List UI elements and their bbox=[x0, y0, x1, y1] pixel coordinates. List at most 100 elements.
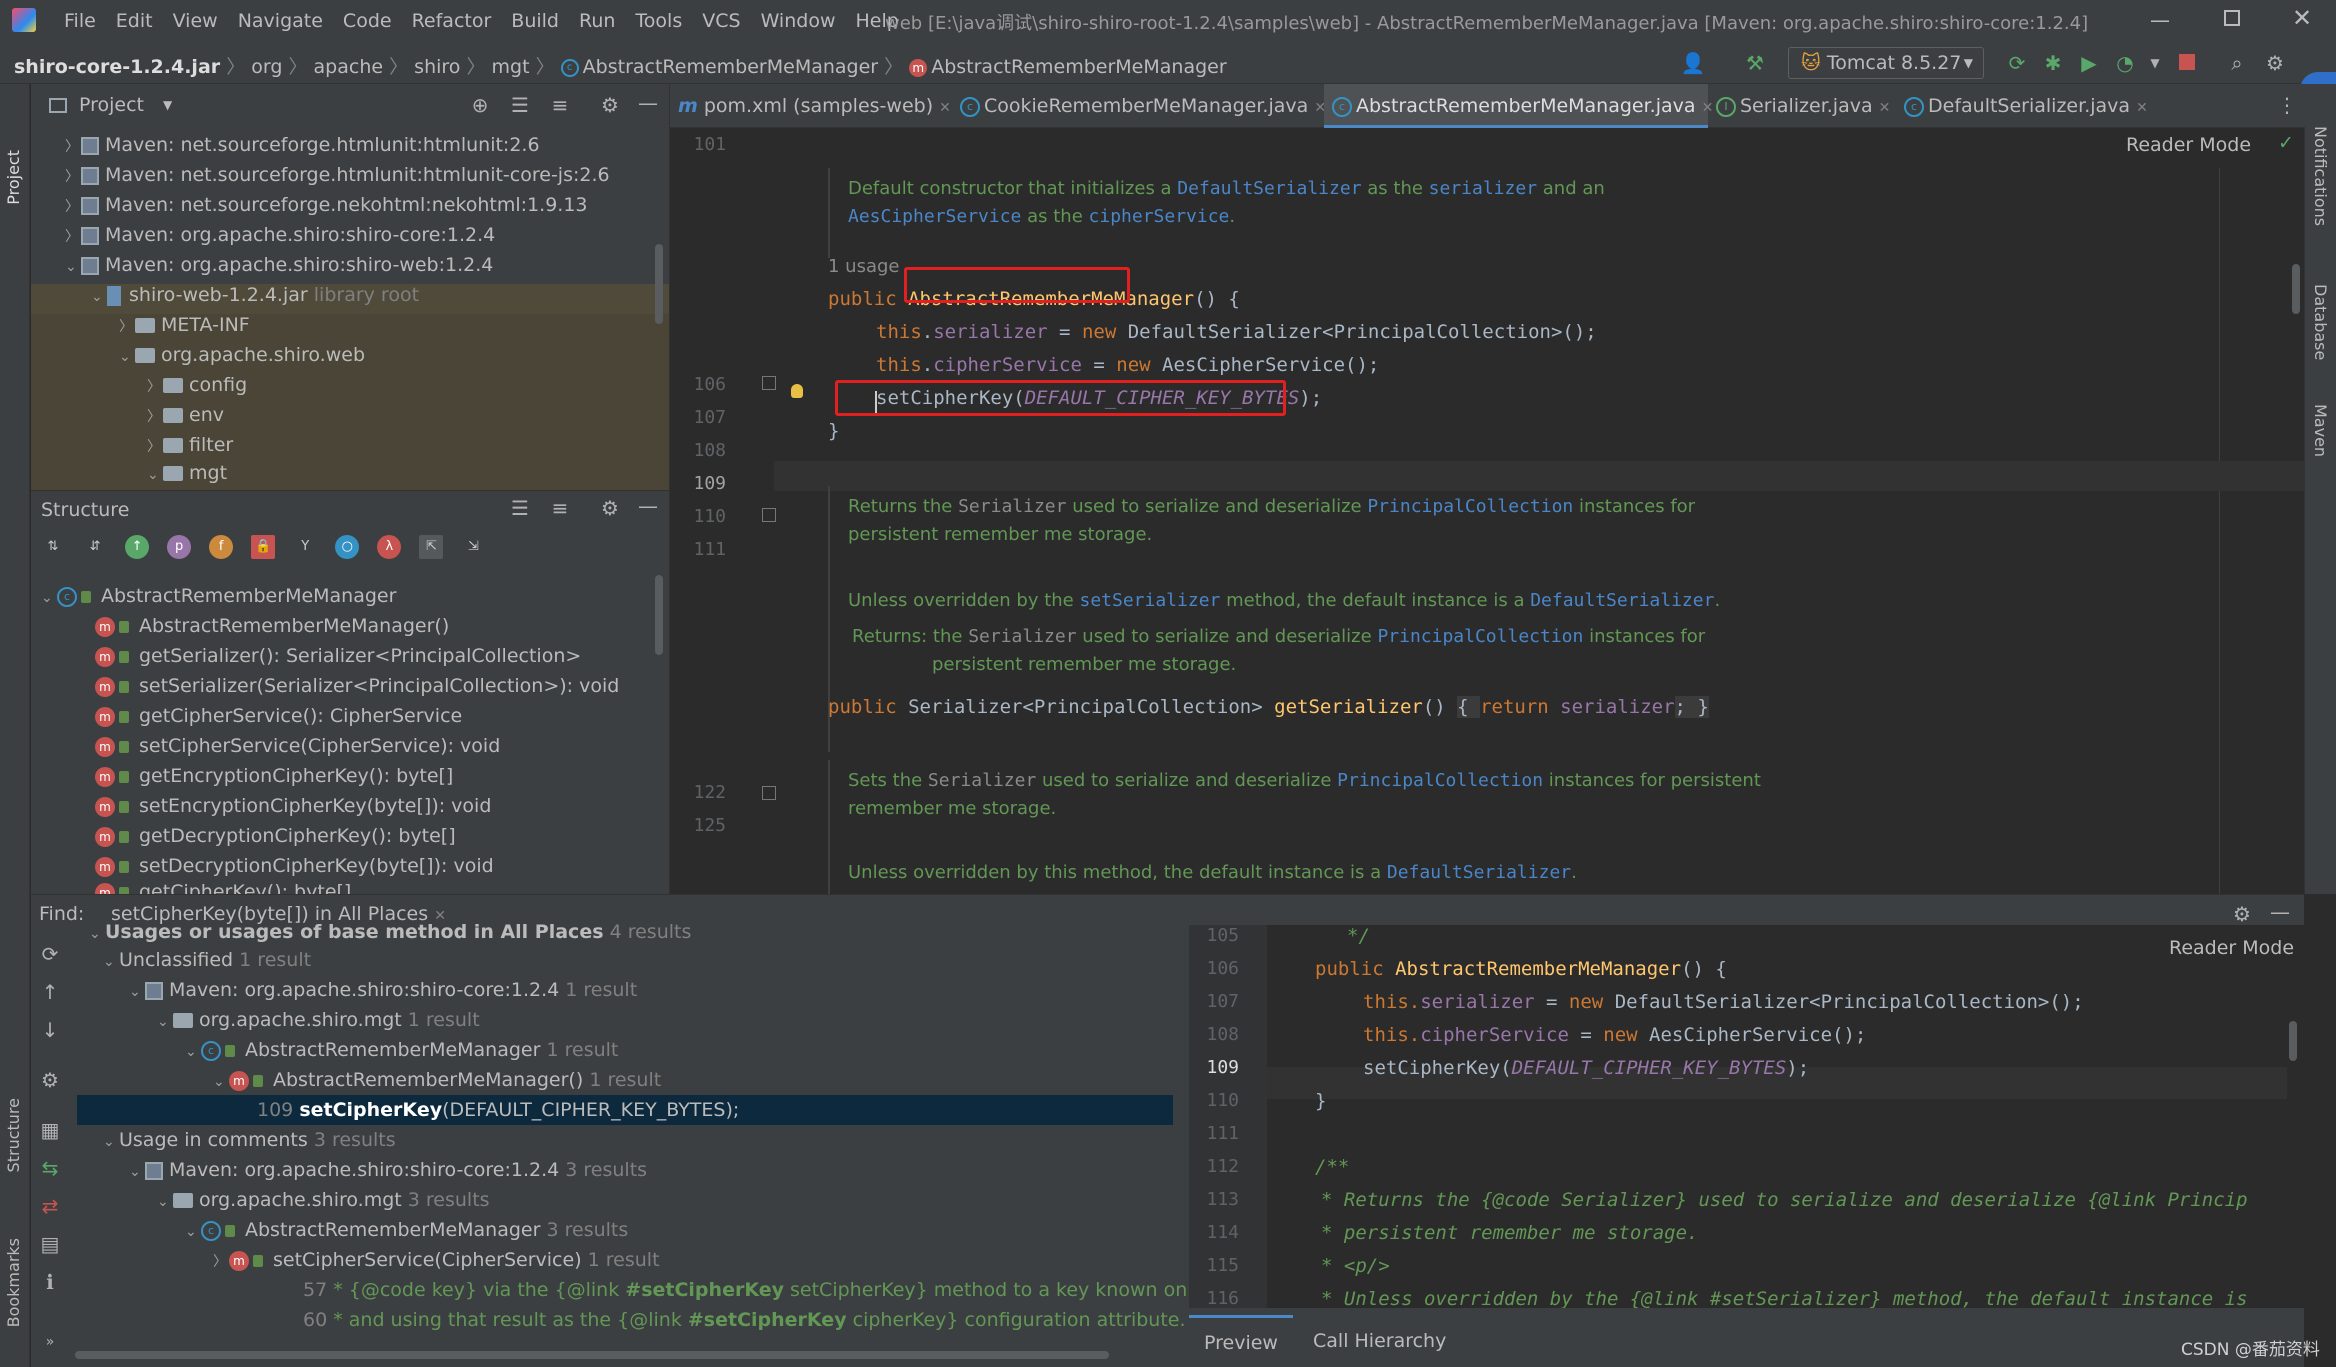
tab-call-hierarchy[interactable]: Call Hierarchy bbox=[1313, 1315, 1446, 1367]
editor-scrollbar[interactable] bbox=[2292, 264, 2300, 314]
tab-pom-xml[interactable]: m pom.xml (samples-web) ✕ bbox=[670, 84, 952, 128]
breadcrumb-shiro[interactable]: shiro bbox=[414, 56, 460, 78]
rerun-search-icon[interactable]: ⟳ bbox=[37, 941, 63, 967]
close-tab-icon[interactable]: ✕ bbox=[939, 100, 951, 116]
rerun-icon[interactable]: ⟳ bbox=[2004, 50, 2030, 76]
menu-run[interactable]: Run bbox=[579, 10, 615, 32]
breadcrumb-org[interactable]: org bbox=[251, 56, 282, 78]
menu-vcs[interactable]: VCS bbox=[702, 10, 740, 32]
preview-scrollbar[interactable] bbox=[2289, 1021, 2297, 1061]
structure-member[interactable]: m setCipherService(CipherService): void bbox=[95, 731, 500, 761]
project-tool-button[interactable]: Project bbox=[4, 150, 23, 205]
menu-navigate[interactable]: Navigate bbox=[238, 10, 323, 32]
locate-target-icon[interactable]: ⊕ bbox=[467, 92, 493, 118]
expand-all-icon[interactable]: ☰ bbox=[507, 495, 533, 521]
notifications-tool-button[interactable]: Notifications bbox=[2311, 126, 2330, 226]
sort-by-visibility-icon[interactable]: ⇅ bbox=[41, 535, 65, 559]
breadcrumb-jar[interactable]: shiro-core-1.2.4.jar bbox=[14, 56, 220, 78]
more-tabs-icon[interactable]: ⋮ bbox=[2274, 92, 2300, 118]
show-properties-icon[interactable]: p bbox=[167, 535, 192, 559]
database-tool-button[interactable]: Database bbox=[2311, 284, 2330, 360]
tree-item[interactable]: 〉 Maven: net.sourceforge.htmlunit:htmluni… bbox=[65, 130, 540, 160]
info-icon[interactable]: ℹ bbox=[37, 1269, 63, 1295]
menu-tools[interactable]: Tools bbox=[635, 10, 682, 32]
debug-bug-icon[interactable]: ✱ bbox=[2040, 50, 2066, 76]
tree-item[interactable]: 〉 Maven: org.apache.shiro:shiro-core:1.2.… bbox=[65, 220, 495, 250]
scrollbar[interactable] bbox=[655, 244, 663, 324]
result-class[interactable]: ⌄ c AbstractRememberMeManager 1 result bbox=[185, 1035, 618, 1065]
structure-member[interactable]: m setDecryptionCipherKey(byte[]): void bbox=[95, 851, 494, 881]
breadcrumb-class[interactable]: AbstractRememberMeManager bbox=[583, 56, 878, 78]
fold-marker-icon[interactable] bbox=[762, 786, 776, 800]
show-inherited-icon[interactable]: ↑ bbox=[125, 535, 150, 559]
lambda-icon[interactable]: λ bbox=[377, 535, 402, 559]
stop-icon[interactable] bbox=[2174, 50, 2200, 76]
breadcrumb-apache[interactable]: apache bbox=[314, 56, 384, 78]
tab-preview[interactable]: Preview bbox=[1189, 1315, 1293, 1367]
menu-window[interactable]: Window bbox=[761, 10, 836, 32]
preview-reader-mode-button[interactable]: Reader Mode bbox=[2169, 937, 2294, 959]
bookmarks-tool-button[interactable]: Bookmarks bbox=[4, 1238, 23, 1327]
search-icon[interactable]: ⌕ bbox=[2224, 50, 2250, 76]
coverage-icon[interactable]: ▶ bbox=[2076, 50, 2102, 76]
tree-item[interactable]: 〉 env bbox=[147, 400, 224, 430]
structure-member[interactable]: m getSerializer(): Serializer<PrincipalCo… bbox=[95, 641, 581, 671]
menu-edit[interactable]: Edit bbox=[116, 10, 153, 32]
menu-build[interactable]: Build bbox=[511, 10, 559, 32]
structure-member[interactable]: m setSerializer(Serializer<PrincipalColle… bbox=[95, 671, 619, 701]
structure-tool-button[interactable]: Structure bbox=[4, 1098, 23, 1172]
close-window-button[interactable]: ✕ bbox=[2292, 4, 2312, 32]
code-line-108[interactable]: this.cipherService = new AesCipherServic… bbox=[876, 354, 1379, 376]
tree-item[interactable]: ⌄ org.apache.shiro.web bbox=[119, 340, 365, 370]
scrollbar[interactable] bbox=[655, 575, 663, 655]
maven-tool-button[interactable]: Maven bbox=[2311, 404, 2330, 457]
expand-more-icon[interactable]: » bbox=[37, 1329, 63, 1355]
tab-cookie-remember-me-manager[interactable]: c CookieRememberMeManager.java ✕ bbox=[952, 84, 1326, 128]
result-method[interactable]: 〉 m setCipherService(CipherService) 1 resu… bbox=[213, 1245, 660, 1275]
hide-panel-icon[interactable]: — bbox=[635, 493, 661, 519]
collapse-all-icon[interactable]: ≡ bbox=[547, 495, 573, 521]
menu-view[interactable]: View bbox=[173, 10, 218, 32]
structure-member[interactable]: m getCipherKey(): byte[] bbox=[95, 879, 351, 895]
tree-item[interactable]: 〉 filter bbox=[147, 430, 233, 460]
structure-member[interactable]: m getCipherService(): CipherService bbox=[95, 701, 462, 731]
sort-alphabetically-icon[interactable]: ⇵ bbox=[83, 535, 107, 559]
show-anonymous-icon[interactable]: ○ bbox=[335, 535, 360, 559]
menu-refactor[interactable]: Refactor bbox=[412, 10, 492, 32]
tree-item[interactable]: 〉 config bbox=[147, 370, 247, 400]
hide-panel-icon[interactable]: — bbox=[2267, 899, 2293, 925]
maximize-button[interactable] bbox=[2224, 10, 2240, 26]
result-comment-usage[interactable]: 57 * {@code key} via the {@link #setCiph… bbox=[303, 1275, 1219, 1305]
next-occurrence-icon[interactable]: ↓ bbox=[37, 1017, 63, 1043]
project-panel-title[interactable]: Project bbox=[79, 94, 144, 116]
autoscroll-from-source-icon[interactable]: ⇲ bbox=[461, 535, 485, 559]
structure-member[interactable]: m getEncryptionCipherKey(): byte[] bbox=[95, 761, 453, 791]
menu-code[interactable]: Code bbox=[343, 10, 392, 32]
profile-icon[interactable]: ◔ bbox=[2112, 50, 2138, 76]
find-tab[interactable]: setCipherKey(byte[]) in All Places ✕ bbox=[111, 903, 446, 925]
result-package[interactable]: ⌄ org.apache.shiro.mgt 1 result bbox=[157, 1005, 480, 1035]
close-tab-icon[interactable]: ✕ bbox=[434, 908, 446, 924]
build-hammer-icon[interactable]: ⚒ bbox=[1742, 50, 1768, 76]
result-package[interactable]: ⌄ org.apache.shiro.mgt 3 results bbox=[157, 1185, 490, 1215]
show-lambdas-icon[interactable]: Y bbox=[293, 535, 317, 559]
chevron-down-icon[interactable]: ▼ bbox=[163, 98, 172, 112]
structure-member[interactable]: m AbstractRememberMeManager() bbox=[95, 611, 449, 641]
result-group[interactable]: ⌄ Usage in comments 3 results bbox=[103, 1125, 396, 1155]
close-tab-icon[interactable]: ✕ bbox=[1879, 100, 1891, 116]
expand-all-icon[interactable]: ☰ bbox=[507, 92, 533, 118]
collapse-all-icon[interactable]: ≡ bbox=[547, 92, 573, 118]
settings-gear-icon[interactable]: ⚙ bbox=[2262, 50, 2288, 76]
tab-abstract-remember-me-manager[interactable]: c AbstractRememberMeManager.java ✕ bbox=[1324, 84, 1713, 128]
tree-item[interactable]: 〉 META-INF bbox=[119, 310, 250, 340]
tree-item-jar[interactable]: ⌄ shiro-web-1.2.4.jar library root bbox=[91, 280, 419, 310]
show-writes-icon[interactable]: ⇄ bbox=[37, 1193, 63, 1219]
group-by-directory-icon[interactable]: ▤ bbox=[37, 1231, 63, 1257]
hide-panel-icon[interactable]: — bbox=[635, 90, 661, 116]
code-line-122[interactable]: public Serializer<PrincipalCollection> g… bbox=[828, 696, 1709, 718]
run-config-select[interactable]: 🐱 Tomcat 8.5.27 ▼ bbox=[1788, 47, 1984, 79]
result-comment-usage[interactable]: 60 * and using that result as the {@link… bbox=[303, 1305, 1186, 1335]
fold-marker-icon[interactable] bbox=[762, 376, 776, 390]
autoscroll-to-source-icon[interactable]: ⇱ bbox=[419, 535, 444, 559]
tree-item[interactable]: 〉 Maven: net.sourceforge.nekohtml:nekohtm… bbox=[65, 190, 588, 220]
